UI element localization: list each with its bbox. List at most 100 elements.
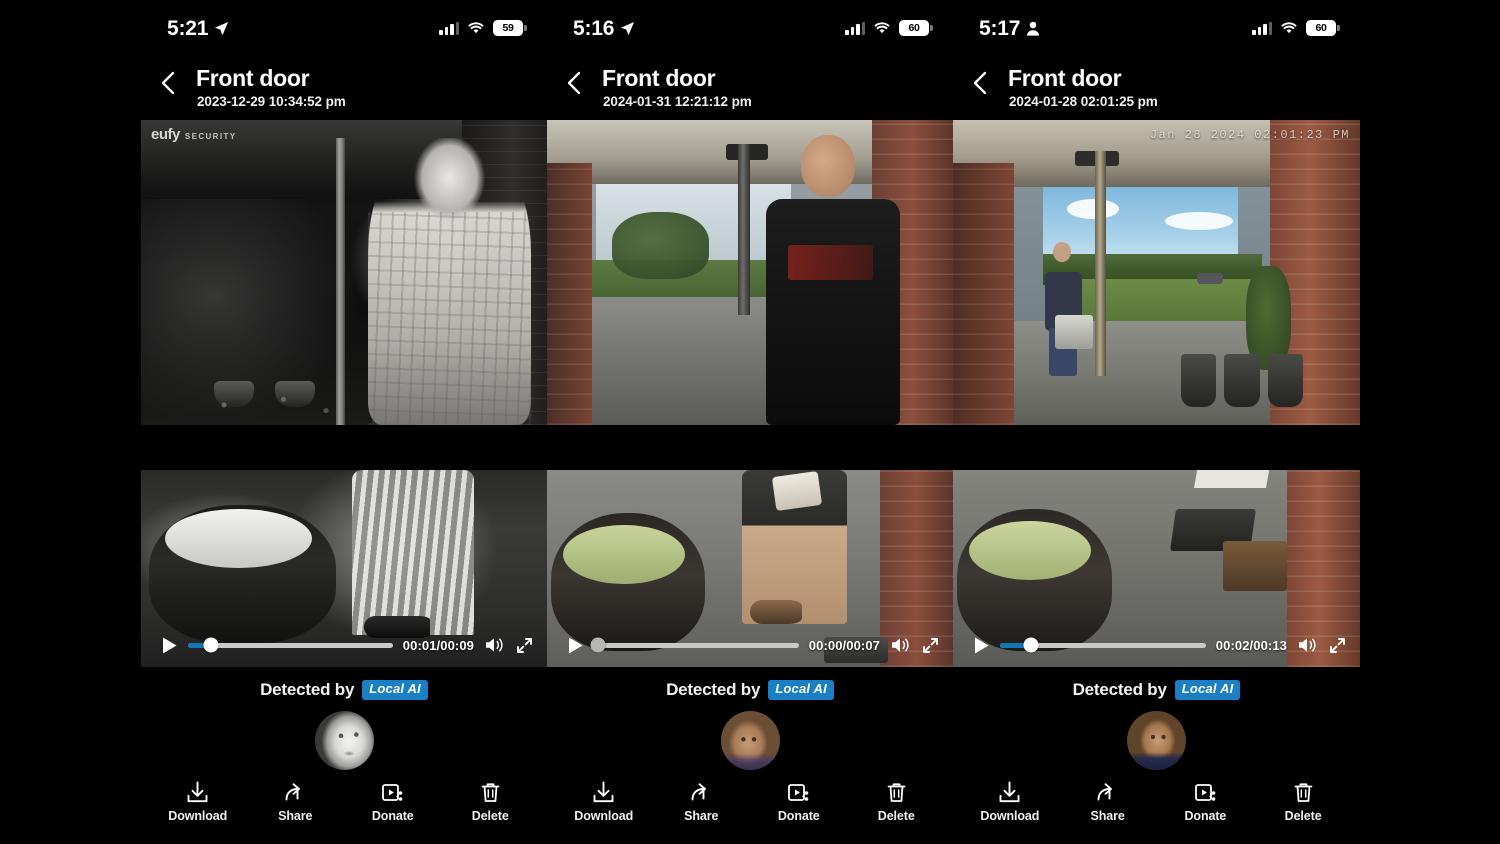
porch-post	[1095, 150, 1107, 377]
back-chevron-icon[interactable]	[157, 70, 179, 96]
page-title: Front door	[1008, 65, 1122, 91]
detected-by-row: Detected by Local AI	[953, 676, 1360, 704]
player-controls: 00:01/00:09	[141, 623, 547, 667]
battery-indicator: 60	[1306, 20, 1340, 36]
download-button[interactable]: Download	[967, 780, 1053, 823]
person-head	[801, 135, 856, 198]
donate-button[interactable]: Donate	[350, 780, 436, 823]
detected-by-label: Detected by	[260, 680, 355, 699]
eufy-wordmark: eufy	[151, 126, 180, 143]
status-bar-clock: 5:17	[979, 16, 1021, 40]
share-icon	[283, 780, 308, 805]
person-icon	[1027, 21, 1040, 36]
seek-handle[interactable]	[1023, 637, 1039, 653]
cellular-signal-icon	[439, 21, 459, 35]
detected-by-label: Detected by	[666, 680, 761, 699]
delete-label: Delete	[1284, 809, 1322, 823]
download-icon	[591, 780, 616, 805]
seek-handle[interactable]	[590, 637, 606, 653]
cloud	[1164, 211, 1233, 230]
seek-bar[interactable]	[590, 637, 799, 653]
cellular-signal-icon	[1252, 21, 1272, 35]
action-bar: Download Share Donate Delete	[141, 778, 547, 834]
avatar[interactable]	[314, 710, 374, 770]
donate-video-icon	[1193, 780, 1218, 805]
play-button[interactable]	[161, 636, 178, 655]
donate-button[interactable]: Donate	[756, 780, 842, 823]
video-player-2[interactable]: 00:00/00:07	[547, 120, 953, 667]
parked-car	[1197, 272, 1224, 284]
donate-video-icon	[786, 780, 811, 805]
seek-bar[interactable]	[1000, 637, 1206, 653]
trash-icon	[478, 780, 503, 805]
trash-icon	[884, 780, 909, 805]
play-button[interactable]	[973, 636, 990, 655]
volume-on-icon[interactable]	[484, 636, 506, 654]
fullscreen-icon[interactable]	[516, 637, 533, 654]
share-button[interactable]: Share	[252, 780, 338, 823]
share-button[interactable]: Share	[658, 780, 744, 823]
time-display: 00:00/00:07	[808, 637, 880, 653]
fullscreen-icon[interactable]	[922, 637, 939, 654]
fullscreen-icon[interactable]	[1329, 637, 1346, 654]
download-icon	[185, 780, 210, 805]
share-icon	[1095, 780, 1120, 805]
time-display: 00:02/00:13	[1215, 637, 1287, 653]
tree	[611, 211, 710, 279]
local-ai-badge: Local AI	[768, 680, 834, 700]
delete-button[interactable]: Delete	[1260, 780, 1346, 823]
time-display: 00:01/00:09	[402, 637, 474, 653]
delete-button[interactable]: Delete	[853, 780, 939, 823]
cellular-signal-icon	[845, 21, 865, 35]
event-timestamp: 2023-12-29 10:34:52 pm	[197, 94, 346, 109]
download-button[interactable]: Download	[155, 780, 241, 823]
battery-percent: 59	[502, 21, 514, 34]
gravel-bed	[189, 391, 361, 419]
volume-on-icon[interactable]	[1297, 636, 1319, 654]
seek-handle[interactable]	[203, 637, 219, 653]
person-legs	[352, 470, 474, 636]
delete-button[interactable]: Delete	[447, 780, 533, 823]
status-bar-left: 5:17	[979, 18, 1040, 39]
avatar[interactable]	[1127, 710, 1186, 770]
play-button[interactable]	[567, 636, 584, 655]
sandal	[750, 600, 802, 625]
carried-box	[1054, 315, 1093, 350]
porch-post	[737, 144, 750, 316]
person-torso	[766, 198, 901, 425]
video-letterbox-band	[953, 425, 1360, 470]
share-icon	[689, 780, 714, 805]
seek-bar[interactable]	[188, 637, 393, 653]
player-controls: 00:00/00:07	[547, 623, 953, 667]
parcel	[772, 470, 823, 511]
share-button[interactable]: Share	[1065, 780, 1151, 823]
volume-on-icon[interactable]	[890, 636, 912, 654]
local-ai-badge: Local AI	[1174, 680, 1241, 700]
location-arrow-icon	[621, 21, 635, 35]
ios-status-bar: 5:17 60	[953, 0, 1360, 56]
donate-button[interactable]: Donate	[1162, 780, 1248, 823]
brick-wall-left	[547, 162, 592, 425]
share-label: Share	[278, 809, 313, 823]
page-title: Front door	[196, 65, 310, 91]
back-chevron-icon[interactable]	[563, 70, 585, 96]
scene-bright-daylight-porch: Jan 28 2024 02:01:23 PM	[953, 120, 1360, 425]
status-bar-right: 59	[439, 20, 527, 36]
download-label: Download	[574, 809, 634, 823]
download-icon	[997, 780, 1022, 805]
detected-by-label: Detected by	[1072, 680, 1167, 699]
download-button[interactable]: Download	[561, 780, 647, 823]
wooden-crate	[1222, 540, 1287, 591]
video-player-3[interactable]: Jan 28 2024 02:01:23 PM 00:02/00:13	[953, 120, 1360, 667]
video-frame-top: eufy SECURITY	[141, 120, 547, 425]
video-frame-top	[547, 120, 953, 425]
video-player-1[interactable]: eufy SECURITY 00:01/00:09	[141, 120, 547, 667]
ios-status-bar: 5:16 60	[547, 0, 953, 56]
event-timestamp: 2024-01-28 02:01:25 pm	[1009, 94, 1158, 109]
action-bar: Download Share Donate Delete	[547, 778, 953, 834]
event-panel-3: 5:17 60 Front door 2024-01-28 02:01:25 p…	[953, 0, 1360, 844]
avatar[interactable]	[720, 710, 780, 770]
back-chevron-icon[interactable]	[969, 70, 991, 96]
detected-face-row	[547, 706, 953, 774]
location-arrow-icon	[215, 21, 229, 35]
